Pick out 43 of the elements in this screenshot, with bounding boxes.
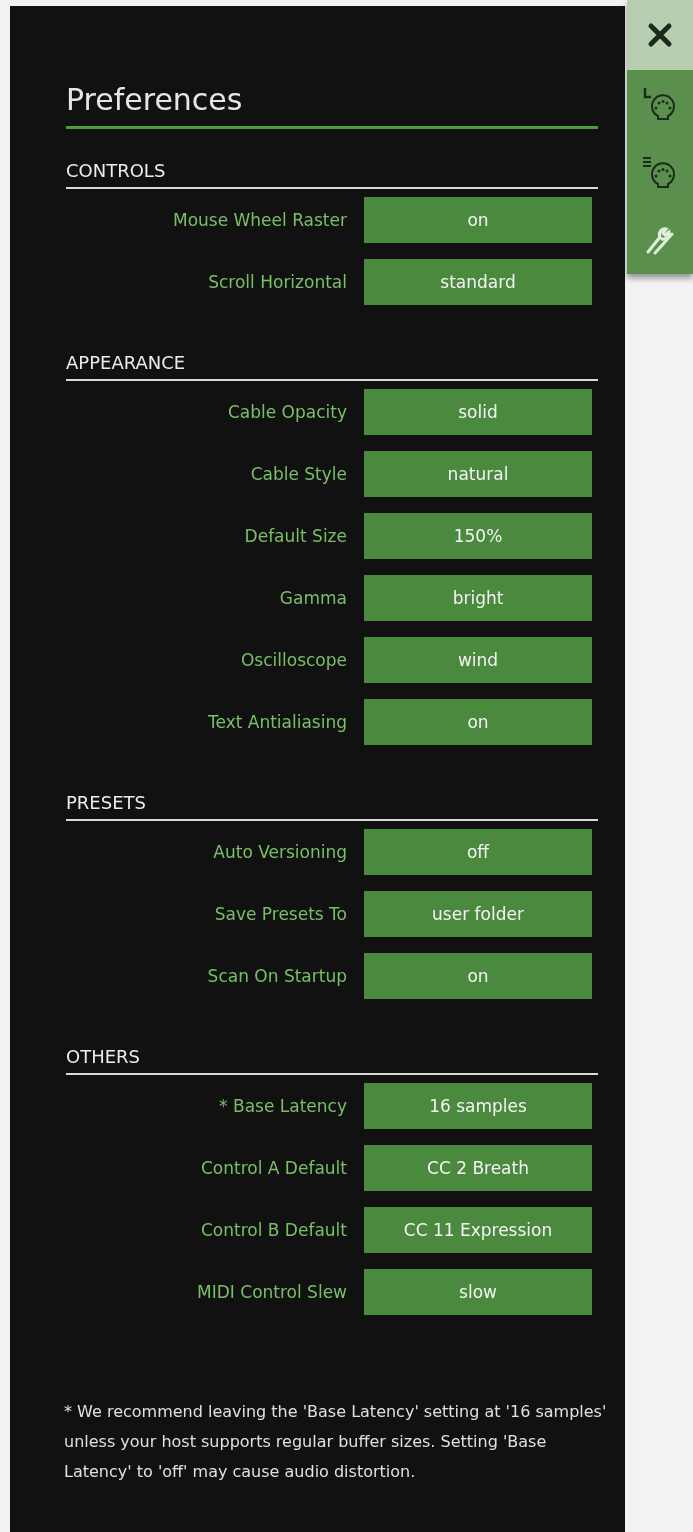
setting-value-button[interactable]: CC 2 Breath [364, 1145, 592, 1191]
midi-plug-icon [642, 154, 678, 190]
setting-label: Control B Default [200, 1220, 347, 1240]
setting-value-button[interactable]: solid [364, 389, 592, 435]
setting-label: * Base Latency [219, 1096, 347, 1116]
section-heading: PRESETS [66, 791, 598, 821]
setting-label: Save Presets To [214, 904, 347, 924]
setting-label: Cable Opacity [227, 402, 347, 422]
setting-label: Mouse Wheel Raster [172, 210, 347, 230]
section-heading: CONTROLS [66, 159, 598, 189]
wrench-screwdriver-icon [645, 225, 675, 255]
close-button[interactable] [627, 0, 693, 70]
setting-value-button[interactable]: on [364, 197, 592, 243]
setting-value-button[interactable]: 150% [364, 513, 592, 559]
setting-label: Default Size [244, 526, 347, 546]
setting-value-button[interactable]: user folder [364, 891, 592, 937]
setting-value-button[interactable]: standard [364, 259, 592, 305]
section-heading: OTHERS [66, 1045, 598, 1075]
setting-value-button[interactable]: slow [364, 1269, 592, 1315]
setting-label: Gamma [279, 588, 347, 608]
setting-value-button[interactable]: CC 11 Expression [364, 1207, 592, 1253]
section-heading: APPEARANCE [66, 351, 598, 381]
midi-plug-icon [642, 86, 678, 122]
setting-value-button[interactable]: on [364, 699, 592, 745]
setting-value-button[interactable]: natural [364, 451, 592, 497]
setting-value-button[interactable]: on [364, 953, 592, 999]
setting-label: Auto Versioning [213, 842, 347, 862]
setting-label: Oscilloscope [241, 650, 347, 670]
setting-value-button[interactable]: off [364, 829, 592, 875]
preferences-title: Preferences [66, 81, 244, 119]
setting-label: Text Antialiasing [208, 712, 347, 732]
setting-label: Cable Style [250, 464, 347, 484]
tools-button[interactable] [627, 206, 693, 274]
setting-value-button[interactable]: 16 samples [364, 1083, 592, 1129]
setting-label: Scroll Horizontal [208, 272, 347, 292]
footnote-text: * We recommend leaving the 'Base Latency' setting at '16 samples' unless your host supports regular buffer sizes. Setting 'Base Latency' to 'off' may cause audio distortion. [64, 1401, 608, 1483]
midi-button[interactable] [627, 70, 693, 138]
close-icon [647, 22, 673, 48]
setting-value-button[interactable]: bright [364, 575, 592, 621]
setting-value-button[interactable]: wind [364, 637, 592, 683]
setting-label: Scan On Startup [207, 966, 347, 986]
setting-label: MIDI Control Slew [197, 1282, 347, 1302]
setting-label: Control A Default [201, 1158, 347, 1178]
